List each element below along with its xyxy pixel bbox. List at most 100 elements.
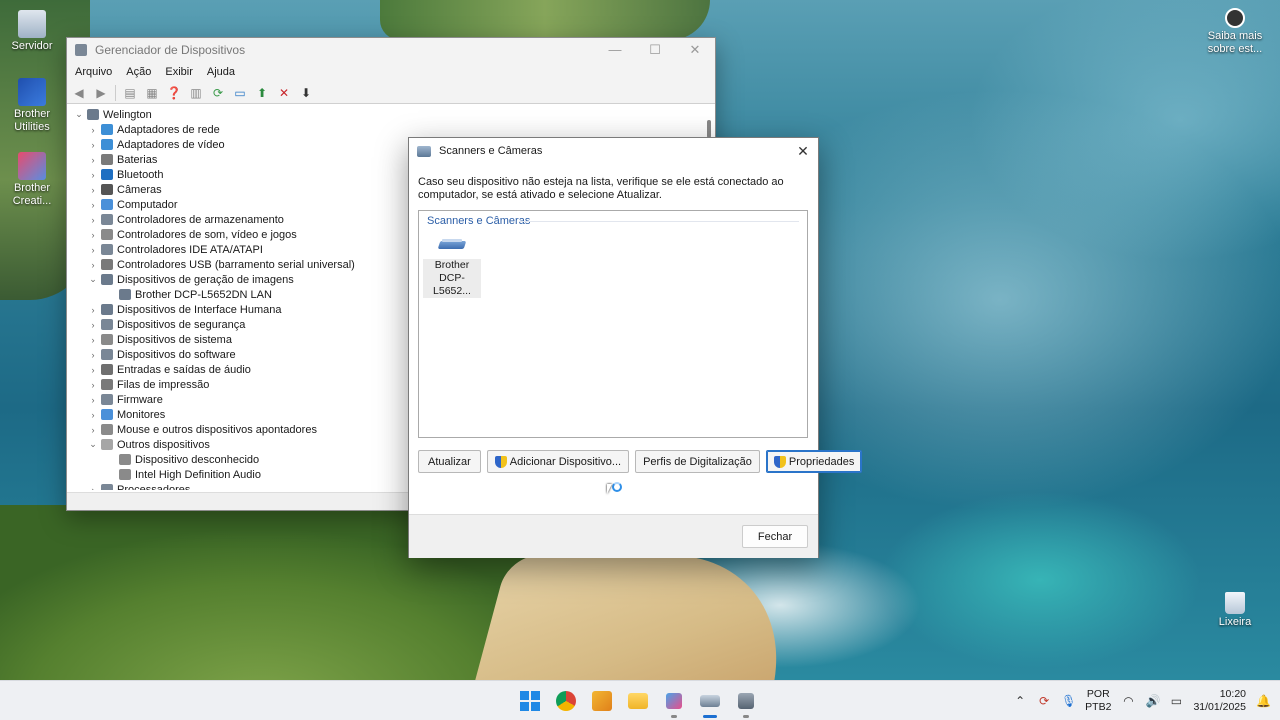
tree-node-label: Dispositivos de Interface Humana — [117, 303, 282, 316]
sync-icon[interactable]: ⟳ — [1037, 694, 1051, 708]
battery-icon[interactable]: ▭ — [1169, 694, 1183, 708]
taskbar-device-manager[interactable] — [732, 687, 760, 718]
tree-node-label: Outros dispositivos — [117, 438, 210, 451]
add-device-button-label: Adicionar Dispositivo... — [509, 455, 622, 468]
taskbar-snipping-tool[interactable] — [660, 687, 688, 718]
tree-node-label: Filas de impressão — [117, 378, 210, 391]
disable-device-icon[interactable]: ⬇ — [298, 85, 314, 101]
tree-node-label: Dispositivos de segurança — [117, 318, 246, 331]
menu-arquivo[interactable]: Arquivo — [75, 66, 112, 78]
device-category-icon — [101, 214, 113, 225]
expand-chevron-icon[interactable]: › — [87, 335, 99, 345]
input-language[interactable]: POR PTB2 — [1085, 688, 1111, 714]
desktop-icon-brother-creative[interactable]: Brother Creati... — [0, 152, 64, 208]
device-category-icon — [119, 469, 131, 480]
expand-chevron-icon[interactable]: › — [87, 410, 99, 420]
forward-icon[interactable]: ▶ — [93, 85, 109, 101]
desktop-icon-lixeira[interactable]: Lixeira — [1203, 592, 1267, 629]
expand-chevron-icon[interactable]: › — [87, 230, 99, 240]
uninstall-device-icon[interactable]: ✕ — [276, 85, 292, 101]
expand-chevron-icon[interactable]: › — [87, 170, 99, 180]
expand-chevron-icon[interactable]: › — [87, 395, 99, 405]
update-driver-icon[interactable]: ⬆ — [254, 85, 270, 101]
close-button[interactable]: ✕ — [675, 42, 715, 58]
tree-node-label: Intel High Definition Audio — [135, 468, 261, 481]
expand-chevron-icon[interactable]: › — [87, 185, 99, 195]
dialog-footer: Fechar — [409, 514, 818, 558]
expand-chevron-icon[interactable]: › — [87, 365, 99, 375]
group-header: Scanners e Câmeras — [427, 215, 531, 227]
help-icon[interactable]: ❓ — [166, 85, 182, 101]
expand-chevron-icon[interactable]: › — [87, 155, 99, 165]
close-dialog-button[interactable]: Fechar — [742, 525, 808, 548]
tree-node-label: Dispositivos do software — [117, 348, 236, 361]
uac-shield-icon — [494, 455, 507, 468]
tree-node[interactable]: ⌄ Welington — [67, 107, 705, 122]
volume-icon[interactable]: 🔊 — [1145, 694, 1160, 708]
taskbar-file-explorer[interactable] — [624, 687, 652, 715]
keyboard-layout: PTB2 — [1085, 701, 1112, 713]
add-device-button[interactable]: Adicionar Dispositivo... — [486, 450, 630, 473]
taskbar-scanners-cameras[interactable] — [696, 687, 724, 718]
desktop-icon-servidor[interactable]: Servidor — [0, 10, 64, 53]
tree-node-label: Controladores USB (barramento serial uni… — [117, 258, 355, 271]
desktop-icon-label: Servidor — [11, 40, 53, 52]
expand-chevron-icon[interactable]: › — [87, 245, 99, 255]
brother-creative-icon — [18, 152, 46, 180]
back-icon[interactable]: ◀ — [71, 85, 87, 101]
refresh-button-label: Atualizar — [428, 455, 471, 468]
expand-chevron-icon[interactable]: › — [87, 425, 99, 435]
microphone-icon[interactable]: 🎙 — [1061, 694, 1076, 708]
wifi-icon[interactable]: ◠ — [1121, 694, 1135, 708]
expand-chevron-icon[interactable]: › — [87, 320, 99, 330]
dialog-titlebar: Scanners e Câmeras ✕ — [409, 138, 818, 164]
refresh-button[interactable]: Atualizar — [418, 450, 481, 473]
expand-chevron-icon[interactable]: › — [87, 140, 99, 150]
language-code: POR — [1086, 688, 1110, 700]
taskbar-outlook[interactable] — [588, 687, 616, 715]
minimize-button[interactable]: — — [595, 42, 635, 58]
collapse-chevron-icon[interactable]: ⌄ — [87, 274, 99, 285]
show-hide-console-tree-icon[interactable]: ▤ — [122, 85, 138, 101]
refresh-icon[interactable]: ⟳ — [210, 85, 226, 101]
expand-chevron-icon[interactable]: › — [87, 350, 99, 360]
tree-node-label: Baterias — [117, 153, 158, 166]
device-category-icon — [119, 454, 131, 465]
expand-chevron-icon[interactable]: › — [87, 200, 99, 210]
collapse-chevron-icon[interactable]: ⌄ — [87, 439, 99, 450]
scanner-device-tile[interactable]: Brother DCP-L5652... — [423, 235, 481, 298]
expand-chevron-icon[interactable]: › — [87, 485, 99, 491]
start-button[interactable] — [516, 687, 544, 715]
properties-icon[interactable]: ▦ — [144, 85, 160, 101]
device-manager-icon — [738, 693, 754, 709]
desktop-icon-saiba-mais[interactable]: Saiba mais sobre est... — [1203, 8, 1267, 56]
clock[interactable]: 10:20 31/01/2025 — [1193, 688, 1246, 714]
tree-scrollbar[interactable] — [707, 120, 711, 138]
action-pane-icon[interactable]: ▥ — [188, 85, 204, 101]
expand-chevron-icon[interactable]: › — [87, 215, 99, 225]
collapse-chevron-icon[interactable]: ⌄ — [73, 109, 85, 120]
expand-chevron-icon[interactable]: › — [87, 260, 99, 270]
taskbar-chrome[interactable] — [552, 687, 580, 715]
menu-acao[interactable]: Ação — [126, 66, 151, 78]
maximize-button[interactable]: ☐ — [635, 42, 675, 58]
device-list[interactable]: Scanners e Câmeras Brother DCP-L5652... — [418, 210, 808, 438]
running-indicator — [743, 715, 749, 718]
expand-chevron-icon[interactable]: › — [87, 125, 99, 135]
scan-profiles-button[interactable]: Perfis de Digitalização — [635, 450, 760, 473]
expand-chevron-icon[interactable]: › — [87, 380, 99, 390]
show-hidden-icons-chevron-icon[interactable]: ⌃ — [1013, 694, 1027, 708]
dialog-close-button[interactable]: ✕ — [788, 143, 818, 160]
tree-node[interactable]: › Adaptadores de rede — [67, 122, 705, 137]
properties-button[interactable]: Propriedades — [765, 450, 863, 473]
scan-hardware-icon[interactable]: ▭ — [232, 85, 248, 101]
desktop-icon-brother-utilities[interactable]: Brother Utilities — [0, 78, 64, 134]
device-category-icon — [119, 289, 131, 300]
expand-chevron-icon[interactable]: › — [87, 305, 99, 315]
system-tray: ⌃ ⟳ 🎙 POR PTB2 ◠ 🔊 ▭ 10:20 31/01/2025 🔔 — [1013, 681, 1271, 720]
toolbar-separator — [115, 84, 116, 101]
menu-exibir[interactable]: Exibir — [165, 66, 193, 78]
running-indicator — [703, 715, 717, 718]
notifications-icon[interactable]: 🔔 — [1256, 694, 1271, 708]
menu-ajuda[interactable]: Ajuda — [207, 66, 235, 78]
